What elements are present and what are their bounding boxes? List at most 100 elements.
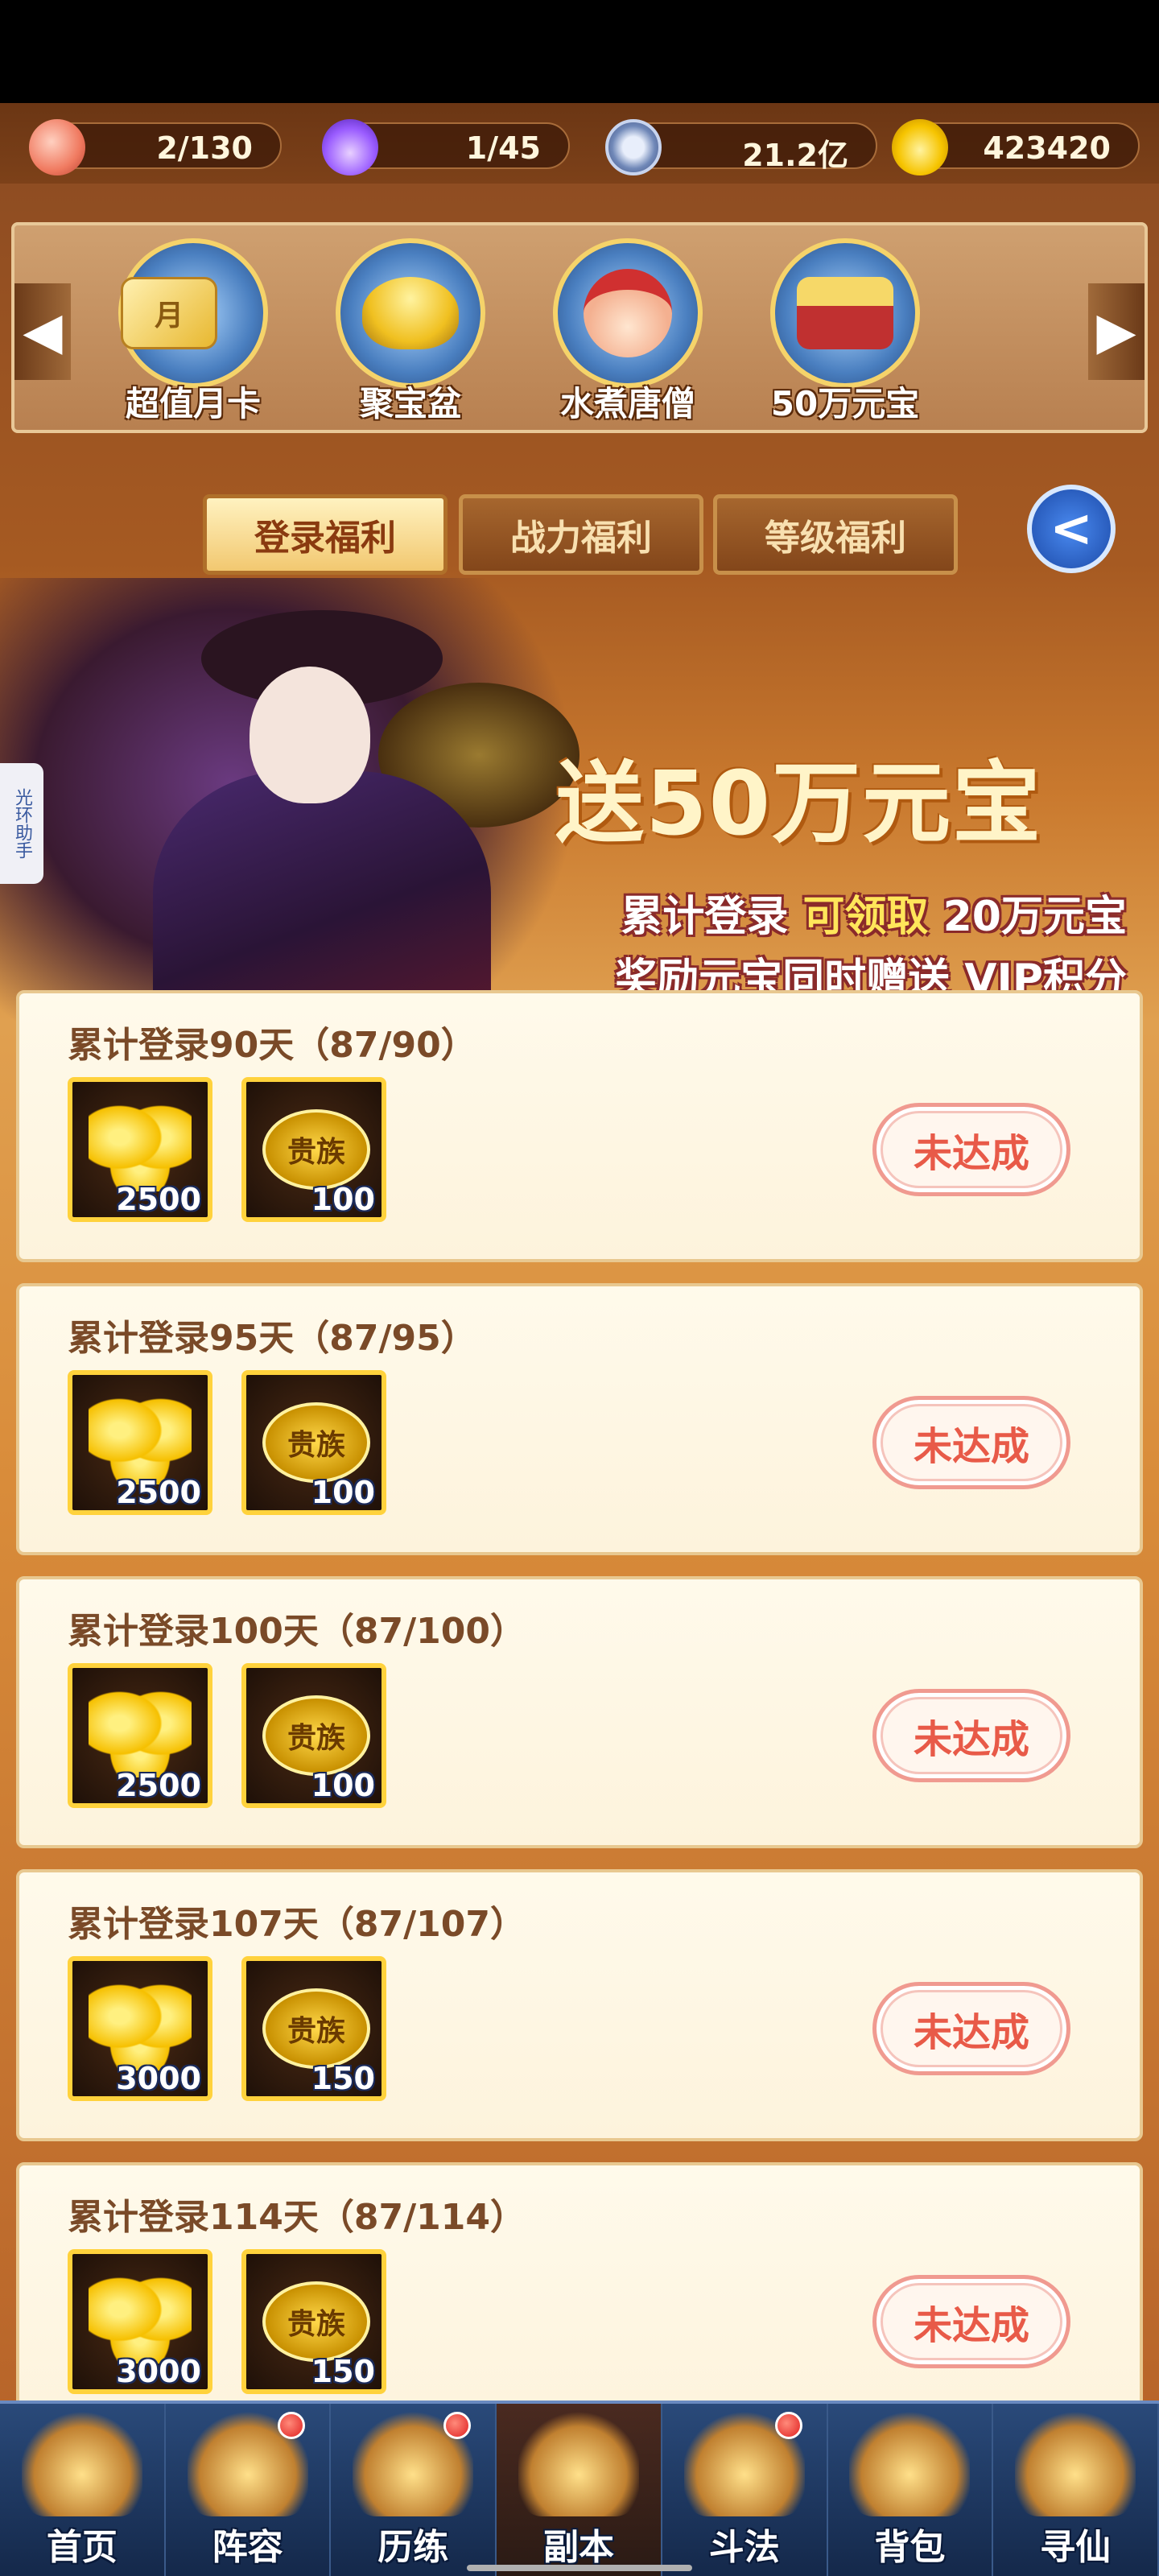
noble-token-icon: 贵族 xyxy=(262,1109,370,1190)
resource-bar: 2/130 1/45 21.2亿 423420 xyxy=(0,103,1159,184)
reward-slot-noble[interactable]: 贵族 150 xyxy=(241,2249,386,2394)
banner-line-1-part: 20万元宝 xyxy=(942,893,1127,941)
reward-slot-noble[interactable]: 贵族 100 xyxy=(241,1077,386,1222)
reward-qty: 2500 xyxy=(116,1182,201,1217)
noble-token-label: 贵族 xyxy=(287,1429,345,1462)
noble-token-icon: 贵族 xyxy=(262,1695,370,1776)
noble-token-icon: 贵族 xyxy=(262,1402,370,1483)
shop-item-label: 聚宝盆 xyxy=(359,384,461,423)
reward-slot-noble[interactable]: 贵族 100 xyxy=(241,1370,386,1515)
nav-duel[interactable]: 斗法 xyxy=(662,2404,828,2576)
reward-qty: 150 xyxy=(311,2354,375,2389)
gold-ingots-icon xyxy=(89,1687,192,1777)
reward-card-title: 累计登录100天（87/100） xyxy=(68,1611,526,1652)
resource-value: 1/45 xyxy=(465,130,541,166)
nav-label: 副本 xyxy=(543,2527,615,2568)
status-button[interactable]: 未达成 xyxy=(872,1396,1070,1489)
shop-item-treasure-bowl[interactable]: 聚宝盆 xyxy=(322,238,499,431)
banner-line-1-part: 可领取 xyxy=(802,893,929,941)
nav-bag[interactable]: 背包 xyxy=(828,2404,994,2576)
status-button[interactable]: 未达成 xyxy=(872,2275,1070,2368)
gold-ingots-icon xyxy=(89,1394,192,1484)
banner-title: 送50万元宝 xyxy=(555,752,1043,855)
reward-slot-yuanbao[interactable]: 3000 xyxy=(68,2249,212,2394)
reward-slot-noble[interactable]: 贵族 100 xyxy=(241,1663,386,1808)
reward-qty: 100 xyxy=(311,1475,375,1510)
noble-token-icon: 贵族 xyxy=(262,2281,370,2362)
nav-dungeon[interactable]: 副本 xyxy=(497,2404,662,2576)
reward-slot-yuanbao[interactable]: 2500 xyxy=(68,1370,212,1515)
noble-token-label: 贵族 xyxy=(287,2015,345,2048)
welfare-page: 2/130 1/45 21.2亿 423420 ◀ 月 超值月卡 聚宝盆 水煮唐… xyxy=(0,103,1159,2401)
nav-seek-immortal[interactable]: 寻仙 xyxy=(993,2404,1159,2576)
shop-item-yuanbao-pack[interactable]: 50万元宝 xyxy=(757,238,934,431)
resource-gold[interactable]: 423420 xyxy=(892,119,1140,175)
reward-slot-noble[interactable]: 贵族 150 xyxy=(241,1956,386,2101)
shop-item-monthly-card[interactable]: 月 超值月卡 xyxy=(105,238,282,431)
reward-card: 累计登录95天（87/95） 2500 贵族 100 未达成 xyxy=(16,1283,1143,1555)
gold-ingots-icon xyxy=(89,2273,192,2363)
resource-value: 2/130 xyxy=(156,130,253,166)
reward-qty: 2500 xyxy=(116,1475,201,1510)
resource-value: 423420 xyxy=(983,130,1111,166)
status-button[interactable]: 未达成 xyxy=(872,1982,1070,2075)
reward-card-title: 累计登录107天（87/107） xyxy=(68,1904,526,1945)
tab-level-welfare[interactable]: 等级福利 xyxy=(713,494,958,575)
tang-monk-icon xyxy=(553,238,703,388)
reward-qty: 100 xyxy=(311,1768,375,1803)
back-arrow-icon[interactable]: < xyxy=(1027,485,1116,573)
copper-coin-icon xyxy=(605,119,662,175)
reward-slot-yuanbao[interactable]: 2500 xyxy=(68,1663,212,1808)
resource-spirit[interactable]: 1/45 xyxy=(322,119,570,175)
reward-slot-yuanbao[interactable]: 3000 xyxy=(68,1956,212,2101)
status-button[interactable]: 未达成 xyxy=(872,1103,1070,1196)
reward-card: 累计登录100天（87/100） 2500 贵族 100 未达成 xyxy=(16,1576,1143,1848)
gold-ingots-icon xyxy=(89,1980,192,2070)
nav-label: 历练 xyxy=(377,2527,449,2568)
reward-qty: 150 xyxy=(311,2061,375,2096)
banner-line-1: 累计登录 可领取 20万元宝 xyxy=(621,882,1127,943)
status-bar xyxy=(0,0,1159,103)
noble-token-label: 贵族 xyxy=(287,1136,345,1169)
notification-dot-icon xyxy=(443,2412,472,2439)
tab-login-welfare[interactable]: 登录福利 xyxy=(203,494,448,575)
card-badge: 月 xyxy=(121,277,217,349)
gold-ingot-icon xyxy=(892,119,948,175)
nav-training[interactable]: 历练 xyxy=(331,2404,497,2576)
reward-card: 累计登录114天（87/114） 3000 贵族 150 未达成 xyxy=(16,2162,1143,2401)
status-button[interactable]: 未达成 xyxy=(872,1689,1070,1782)
tab-power-welfare[interactable]: 战力福利 xyxy=(459,494,703,575)
nav-home[interactable]: 首页 xyxy=(0,2404,166,2576)
bag-icon xyxy=(849,2412,971,2516)
nav-label: 斗法 xyxy=(708,2527,780,2568)
reward-qty: 2500 xyxy=(116,1768,201,1803)
resource-copper[interactable]: 21.2亿 xyxy=(605,119,877,175)
noble-token-label: 贵族 xyxy=(287,2308,345,2341)
nav-label: 背包 xyxy=(874,2527,946,2568)
reward-card-title: 累计登录95天（87/95） xyxy=(68,1318,476,1359)
dungeon-gate-icon xyxy=(518,2412,640,2516)
noble-token-label: 贵族 xyxy=(287,1722,345,1755)
shop-item-label: 水煮唐僧 xyxy=(559,384,695,423)
shop-item-label: 50万元宝 xyxy=(770,384,920,423)
banner-line-1-part: 累计登录 xyxy=(621,893,789,941)
carousel-prev-button[interactable]: ◀ xyxy=(14,283,71,380)
treasure-chest-icon xyxy=(770,238,920,388)
hero-face xyxy=(250,667,370,803)
flame-icon xyxy=(322,119,378,175)
carousel-next-button[interactable]: ▶ xyxy=(1088,283,1145,380)
monthly-card-icon: 月 xyxy=(118,238,268,388)
notification-dot-icon xyxy=(774,2412,802,2439)
reward-card-title: 累计登录114天（87/114） xyxy=(68,2197,526,2238)
scroll-icon xyxy=(1015,2412,1136,2516)
nav-lineup[interactable]: 阵容 xyxy=(166,2404,332,2576)
home-indicator[interactable] xyxy=(467,2565,692,2571)
shop-item-tang-monk[interactable]: 水煮唐僧 xyxy=(539,238,716,431)
reward-card: 累计登录90天（87/90） 2500 贵族 100 未达成 xyxy=(16,990,1143,1262)
resource-stamina[interactable]: 2/130 xyxy=(29,119,282,175)
nav-label: 阵容 xyxy=(212,2527,283,2568)
assistant-side-tab[interactable]: 光环助手 xyxy=(0,763,43,884)
reward-card: 累计登录107天（87/107） 3000 贵族 150 未达成 xyxy=(16,1869,1143,2141)
noble-token-icon: 贵族 xyxy=(262,1988,370,2069)
reward-slot-yuanbao[interactable]: 2500 xyxy=(68,1077,212,1222)
